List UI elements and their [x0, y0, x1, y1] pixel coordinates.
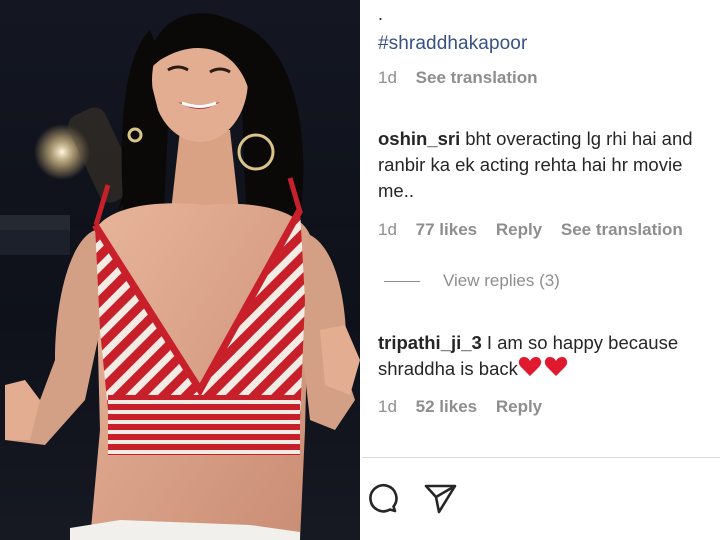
comment-time: 1d — [378, 397, 397, 416]
replies-line — [384, 280, 420, 282]
comment-username[interactable]: oshin_sri — [378, 128, 460, 149]
caption-meta: 1d See translation — [378, 68, 552, 88]
comment-reply-button[interactable]: Reply — [496, 220, 542, 239]
comment-likes-button[interactable]: 77 likes — [416, 220, 477, 239]
actions-divider — [362, 457, 720, 458]
comment-likes-button[interactable]: 52 likes — [416, 397, 477, 416]
caption-time: 1d — [378, 68, 397, 87]
view-replies-button[interactable]: View replies (3) — [384, 271, 560, 291]
comment-username[interactable]: tripathi_ji_3 — [378, 332, 482, 353]
caption-hashtag-link[interactable]: #shraddhakapoor — [378, 33, 527, 55]
comment-item: tripathi_ji_3 I am so happy because shrad… — [378, 330, 713, 385]
comment-reply-button[interactable]: Reply — [496, 397, 542, 416]
comment-meta: 1d 77 likes Reply See translation — [378, 220, 697, 240]
red-heart-emoji-icon — [518, 356, 568, 385]
share-paper-plane-icon[interactable] — [422, 480, 458, 521]
caption-text: . — [378, 4, 384, 24]
view-replies-label: View replies (3) — [443, 271, 560, 290]
comment-meta: 1d 52 likes Reply — [378, 397, 556, 417]
comment-see-translation-button[interactable]: See translation — [561, 220, 683, 239]
comment-icon[interactable] — [364, 480, 400, 521]
post-photo[interactable] — [0, 0, 360, 540]
caption-see-translation-button[interactable]: See translation — [416, 68, 538, 87]
comment-item: oshin_sri bht overacting lg rhi hai and r… — [378, 126, 713, 204]
comment-time: 1d — [378, 220, 397, 239]
